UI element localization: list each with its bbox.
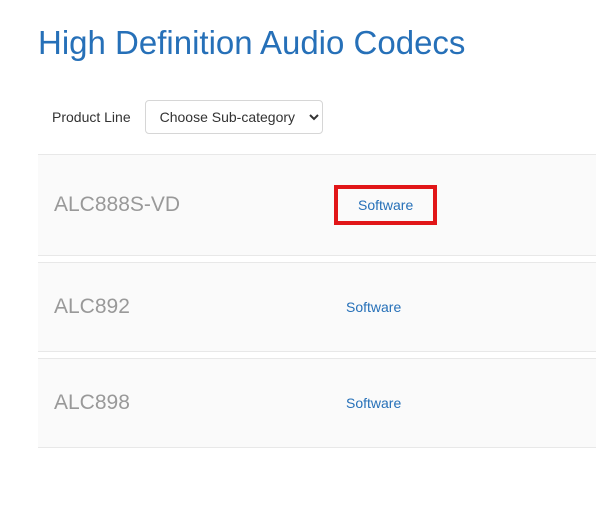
software-link[interactable]: Software bbox=[334, 185, 437, 225]
product-name: ALC888S-VD bbox=[54, 193, 334, 217]
subcategory-select[interactable]: Choose Sub-category bbox=[145, 100, 323, 134]
product-name: ALC898 bbox=[54, 391, 334, 415]
software-link[interactable]: Software bbox=[334, 389, 413, 417]
product-row: ALC892 Software bbox=[38, 262, 596, 352]
software-link[interactable]: Software bbox=[334, 293, 413, 321]
product-list: ALC888S-VD Software ALC892 Software ALC8… bbox=[38, 154, 596, 448]
product-name: ALC892 bbox=[54, 295, 334, 319]
filter-row: Product Line Choose Sub-category bbox=[0, 62, 596, 154]
product-row: ALC888S-VD Software bbox=[38, 154, 596, 256]
product-line-label: Product Line bbox=[52, 109, 131, 125]
page-title: High Definition Audio Codecs bbox=[0, 0, 596, 62]
product-row: ALC898 Software bbox=[38, 358, 596, 448]
